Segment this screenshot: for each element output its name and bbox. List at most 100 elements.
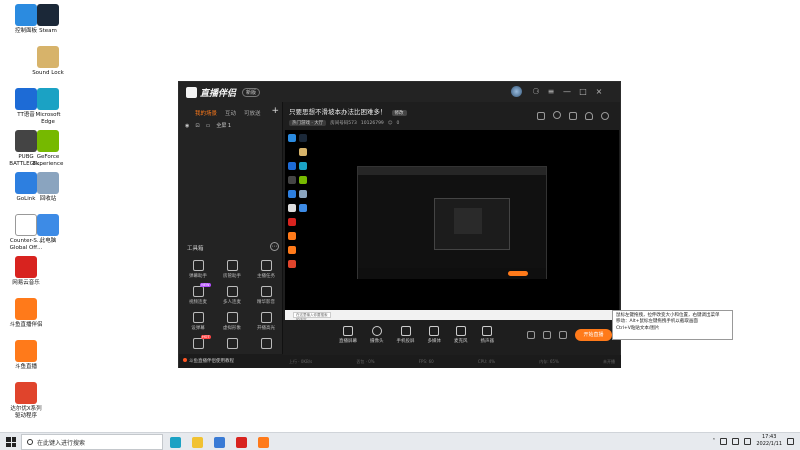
sound-lock-icon xyxy=(37,46,59,68)
desktop-shortcut-label: 达尔优X系列 驱动程序 xyxy=(10,406,42,419)
room-meta: 热门游戏 · 大厅 房间号码573 10126799 ☺ 0 xyxy=(289,120,619,126)
desktop-shortcut[interactable]: Steam xyxy=(26,4,70,35)
tool-item[interactable]: HOT xyxy=(181,335,215,351)
tool-label: 设弹幕 xyxy=(191,326,205,331)
douyu-icon[interactable] xyxy=(258,437,269,448)
desktop-shortcut[interactable]: Microsoft Edge xyxy=(26,88,70,125)
chevron-up-icon[interactable]: ˄ xyxy=(712,438,715,445)
tool-item[interactable] xyxy=(215,338,249,351)
tab-my-scenes[interactable]: 我的场景 xyxy=(195,109,217,119)
tool-item[interactable] xyxy=(249,338,283,351)
live-dot-icon xyxy=(183,358,187,362)
preview-taskbar: 在这里输入你要搜索的内容 xyxy=(285,310,619,320)
preview-desktop-icon xyxy=(299,162,307,170)
bell-icon[interactable] xyxy=(585,112,593,120)
stream-preview[interactable]: 在这里输入你要搜索的内容 xyxy=(285,130,619,320)
tool-label: 主播任务 xyxy=(257,274,275,279)
preview-desktop-icons xyxy=(285,130,317,320)
network-icon[interactable] xyxy=(720,437,728,445)
taskbar-search[interactable]: 在此键入进行搜索 xyxy=(21,434,163,450)
phone-cast-icon xyxy=(400,326,411,336)
desktop-shortcut[interactable]: 回收站 xyxy=(26,172,70,203)
clock[interactable]: 17:43 2022/1/11 xyxy=(756,434,782,448)
tool-item[interactable]: 房管助手 xyxy=(215,260,249,279)
desktop-shortcut-label: Sound Lock xyxy=(32,70,64,76)
source-control[interactable]: 摄像头 xyxy=(370,326,384,344)
recycle-bin-icon xyxy=(37,172,59,194)
edge-icon[interactable] xyxy=(170,437,181,448)
tool-icon: NEW xyxy=(192,283,211,297)
toolbox-grid: 弹幕助手 房管助手 主播任务 NEW 视频连麦 多人连麦 精华影音设弹幕 虚拟形象 开播高光 HO… xyxy=(179,260,283,351)
ime-icon[interactable] xyxy=(744,437,752,445)
status-item: 内存: 65% xyxy=(539,358,559,364)
tab-interact[interactable]: 互动 xyxy=(225,109,236,119)
start-live-button[interactable]: 开始直播 xyxy=(575,329,612,341)
user-avatar[interactable] xyxy=(511,86,522,97)
settings-icon[interactable] xyxy=(569,112,577,120)
tool-item[interactable]: 精华影音 xyxy=(249,286,283,305)
volume-icon[interactable] xyxy=(732,437,740,445)
version-badge[interactable]: 新版 xyxy=(242,88,261,97)
desktop-shortcut[interactable]: 网易云音乐 xyxy=(4,256,48,287)
gift-icon[interactable] xyxy=(537,112,545,120)
share-icon[interactable] xyxy=(601,112,609,120)
settings-gear-icon[interactable] xyxy=(559,331,567,339)
toolbox-more-icon[interactable]: ⋯ xyxy=(270,242,279,251)
tool-icon xyxy=(226,338,238,349)
tool-label: 视频连麦 xyxy=(189,300,207,305)
headset-icon[interactable]: ⚆ xyxy=(531,87,541,97)
preview-desktop-icon xyxy=(288,204,296,212)
explorer-icon[interactable] xyxy=(192,437,203,448)
clip-icon[interactable] xyxy=(543,331,551,339)
room-title: 只要思想不滑坡本办法比困难多！ xyxy=(289,108,387,116)
minimize-button[interactable]: — xyxy=(562,87,572,97)
desktop-shortcut[interactable]: 斗鱼直播 xyxy=(4,340,48,371)
tool-item[interactable]: 开播高光 xyxy=(249,312,283,331)
steam-icon xyxy=(37,4,59,26)
status-bar: 上行 · 0KB/s 丢包 · 0% FPS: 60 CPU: 4% 内存: 65% 未开… xyxy=(283,355,621,368)
desktop-shortcut[interactable]: 斗鱼直播伴侣 xyxy=(4,298,48,329)
title-bar[interactable]: 直播伴侣 新版 ⚆ ≡ — □ × xyxy=(179,82,620,102)
desktop-shortcut[interactable]: 达尔优X系列 驱动程序 xyxy=(4,382,48,419)
tab-broadcast[interactable]: 可放送 xyxy=(244,109,261,119)
desktop-shortcut[interactable]: 此电脑 xyxy=(26,214,70,245)
tool-item[interactable]: 虚拟形象 xyxy=(215,312,249,331)
lock-icon[interactable]: ⊡ xyxy=(195,123,199,129)
preview-desktop-icon xyxy=(288,260,296,268)
tool-item[interactable]: NEW 视频连麦 xyxy=(181,283,215,305)
user-icon[interactable] xyxy=(553,111,561,119)
source-control[interactable]: 扬声器 xyxy=(480,326,495,344)
menu-button[interactable]: ≡ xyxy=(546,87,556,97)
eye-icon[interactable]: ◉ xyxy=(185,123,189,129)
tutorial-link[interactable]: 斗鱼直播伴侣使用教程 xyxy=(179,354,283,368)
start-button[interactable] xyxy=(6,437,16,447)
source-control[interactable]: 多媒体 xyxy=(428,326,441,344)
tool-item[interactable]: 弹幕助手 xyxy=(181,260,215,279)
desktop-shortcut[interactable]: GeForce Experience xyxy=(26,130,70,167)
source-control-label: 扬声器 xyxy=(480,339,495,344)
system-tray: ˄ 17:43 2022/1/11 xyxy=(712,434,794,448)
scene-item[interactable]: ◉ ⊡ ▭ 全屏 1 xyxy=(179,119,282,130)
store-icon[interactable] xyxy=(214,437,225,448)
notification-icon[interactable] xyxy=(787,437,794,445)
close-button[interactable]: × xyxy=(594,87,604,97)
tool-label: 弹幕助手 xyxy=(189,274,207,279)
edit-title-button[interactable]: 修改 xyxy=(391,110,407,116)
record-icon[interactable] xyxy=(527,331,535,339)
desktop-shortcut[interactable]: Sound Lock xyxy=(26,46,70,77)
source-control[interactable]: 麦克风 xyxy=(454,326,468,344)
status-item: 上行 · 0KB/s xyxy=(289,358,313,364)
edge-icon xyxy=(37,88,59,110)
tool-item[interactable]: 多人连麦 xyxy=(215,286,249,305)
desktop-shortcut-label: 斗鱼直播伴侣 xyxy=(9,322,43,328)
source-control[interactable]: 手机投屏 xyxy=(397,326,415,344)
category-tag[interactable]: 热门游戏 · 大厅 xyxy=(289,120,327,126)
netease-icon[interactable] xyxy=(236,437,247,448)
preview-desktop-icon xyxy=(299,190,307,198)
maximize-button[interactable]: □ xyxy=(578,87,588,97)
tool-item[interactable]: 主播任务 xyxy=(249,260,283,279)
add-scene-button[interactable]: + xyxy=(271,106,279,116)
tooltip-line: Ctrl+V粘贴文本/图片 xyxy=(616,325,660,331)
source-control[interactable]: 直播屏幕 xyxy=(339,326,357,344)
tool-item[interactable]: 设弹幕 xyxy=(181,312,215,331)
